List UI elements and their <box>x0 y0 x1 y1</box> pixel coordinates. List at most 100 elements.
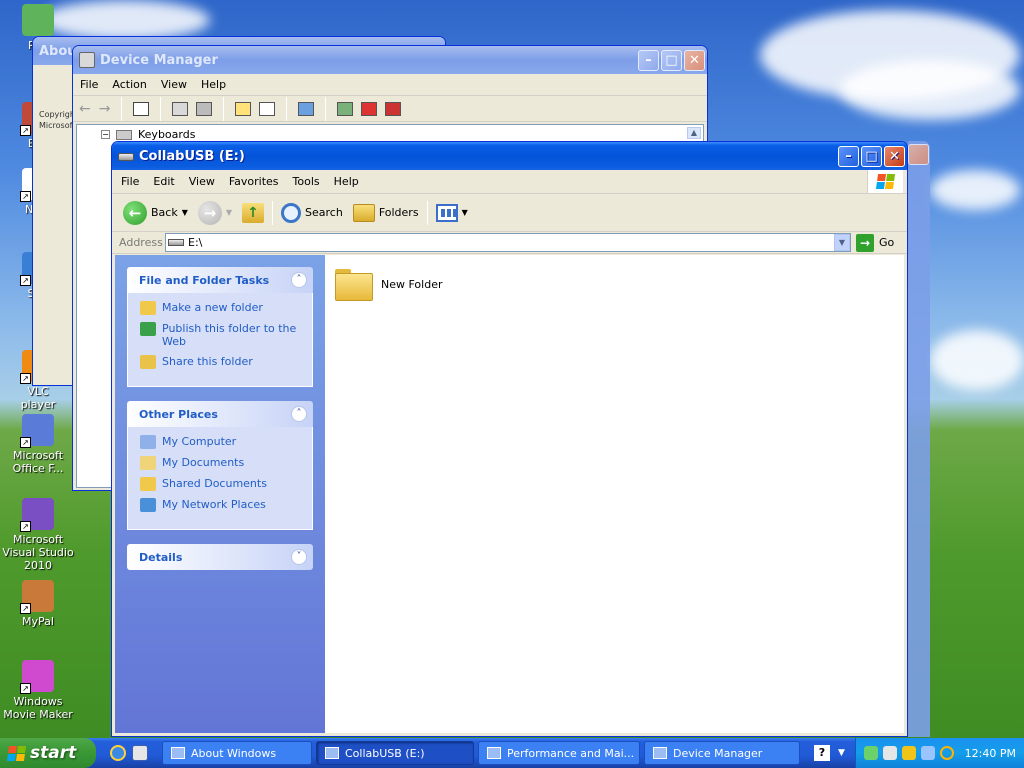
explorer-titlebar[interactable]: CollabUSB (E:) – □ ✕ <box>112 142 907 170</box>
menu-file[interactable]: File <box>73 78 105 91</box>
go-button[interactable]: → Go <box>856 233 894 252</box>
collapse-chevron-icon[interactable]: ˄ <box>291 272 307 288</box>
window-icon <box>325 747 339 759</box>
shortcut-arrow-icon: ↗ <box>20 521 31 532</box>
taskbar-button-label: About Windows <box>191 746 277 760</box>
folders-button[interactable]: Folders <box>348 194 424 231</box>
tree-item-keyboards[interactable]: − Keyboards <box>101 128 195 141</box>
windows-logo-icon <box>867 170 903 193</box>
search-button[interactable]: Search <box>276 194 348 231</box>
menu-favorites[interactable]: Favorites <box>222 175 286 188</box>
drive-icon <box>118 153 134 161</box>
address-dropdown-button[interactable]: ▼ <box>834 234 850 251</box>
disable-icon[interactable] <box>385 101 402 116</box>
media-player-icon[interactable] <box>132 745 148 761</box>
close-button[interactable]: ✕ <box>884 145 905 167</box>
taskbar-tasks: About Windows CollabUSB (E:) Performance a… <box>158 741 800 765</box>
menu-view[interactable]: View <box>182 175 222 188</box>
folder-item[interactable]: New Folder <box>335 267 442 301</box>
menu-tools[interactable]: Tools <box>286 175 327 188</box>
views-button[interactable]: ▼ <box>431 194 473 231</box>
show-hide-tree-icon[interactable] <box>133 101 150 116</box>
task-link[interactable]: Publish this folder to the Web <box>140 322 304 348</box>
panel-header[interactable]: Details ˅ <box>127 544 313 570</box>
uninstall-icon[interactable] <box>361 101 378 116</box>
toolbar-separator <box>272 200 274 225</box>
help-icon[interactable]: ? <box>814 745 830 761</box>
expand-icon[interactable]: − <box>101 130 110 139</box>
security-shield-icon[interactable] <box>901 746 916 760</box>
taskbar-button[interactable]: Device Manager <box>644 741 800 765</box>
back-button[interactable]: ← Back ▼ <box>118 194 193 231</box>
dropdown-arrow-icon[interactable]: ▼ <box>226 208 232 217</box>
minimize-button[interactable]: – <box>638 49 659 71</box>
shortcut-arrow-icon: ↗ <box>20 373 31 384</box>
collapse-chevron-icon[interactable]: ˄ <box>291 406 307 422</box>
quicklaunch-expand-icon[interactable]: ▼ <box>838 748 845 758</box>
dropdown-arrow-icon[interactable]: ▼ <box>182 208 188 217</box>
network-icon[interactable] <box>863 746 878 760</box>
close-button[interactable] <box>908 144 929 165</box>
close-button[interactable]: ✕ <box>684 49 705 71</box>
forward-arrow-icon[interactable]: → <box>99 101 111 117</box>
print-icon[interactable] <box>196 101 213 116</box>
minimize-button[interactable]: – <box>838 145 859 167</box>
desktop-icon[interactable]: ↗ Windows Movie Maker <box>0 660 76 721</box>
scroll-up-arrow[interactable]: ▲ <box>687 127 701 139</box>
desktop-icon[interactable]: ↗ MyPal <box>0 580 76 628</box>
menu-view[interactable]: View <box>154 78 194 91</box>
visual-studio-icon: ↗ <box>20 498 54 532</box>
taskbar-button[interactable]: Performance and Mai... <box>478 741 640 765</box>
search-icon[interactable] <box>939 746 954 760</box>
my-documents-icon <box>140 456 156 470</box>
menu-help[interactable]: Help <box>194 78 233 91</box>
task-link-label: Make a new folder <box>162 301 263 314</box>
safely-remove-icon[interactable] <box>920 746 935 760</box>
menu-edit[interactable]: Edit <box>146 175 181 188</box>
desktop-icon[interactable]: ↗ Microsoft Visual Studio 2010 <box>0 498 76 572</box>
details-panel: Details ˅ <box>127 544 313 570</box>
task-link[interactable]: My Documents <box>140 456 304 470</box>
address-input[interactable]: E:\ ▼ <box>165 233 851 252</box>
internet-explorer-icon[interactable] <box>110 745 126 761</box>
task-link[interactable]: My Computer <box>140 435 304 449</box>
back-arrow-icon[interactable]: ← <box>79 101 91 117</box>
task-link[interactable]: Shared Documents <box>140 477 304 491</box>
start-button[interactable]: start <box>0 738 96 768</box>
menu-file[interactable]: File <box>114 175 146 188</box>
file-view[interactable]: New Folder <box>325 255 904 733</box>
properties-icon[interactable] <box>172 101 189 116</box>
scan-hardware-icon[interactable] <box>298 101 315 116</box>
maximize-button[interactable]: □ <box>861 145 882 167</box>
desktop-icon[interactable]: ↗ Microsoft Office F... <box>0 414 76 475</box>
taskbar-button[interactable]: CollabUSB (E:) <box>316 741 474 765</box>
shortcut-arrow-icon: ↗ <box>20 683 31 694</box>
publish-web-icon <box>140 322 156 336</box>
panel-header[interactable]: Other Places ˄ <box>127 401 313 427</box>
expand-chevron-icon[interactable]: ˅ <box>291 549 307 565</box>
export-list-icon[interactable] <box>259 101 276 116</box>
menu-action[interactable]: Action <box>105 78 153 91</box>
menu-help[interactable]: Help <box>327 175 366 188</box>
update-driver-icon[interactable] <box>337 101 354 116</box>
clock[interactable]: 12:40 PM <box>965 747 1016 760</box>
panel-header[interactable]: File and Folder Tasks ˄ <box>127 267 313 293</box>
desktop-icon-label: VLC player <box>20 385 56 411</box>
help-icon[interactable] <box>235 101 252 116</box>
task-link[interactable]: My Network Places <box>140 498 304 512</box>
up-folder-button[interactable]: ↑ <box>237 194 269 231</box>
device-manager-titlebar[interactable]: Device Manager – □ ✕ <box>73 46 707 74</box>
shortcut-arrow-icon: ↗ <box>20 437 31 448</box>
taskbar-button[interactable]: About Windows <box>162 741 312 765</box>
folder-icon <box>335 267 373 301</box>
sound-icon[interactable] <box>882 746 897 760</box>
maximize-button[interactable]: □ <box>661 49 682 71</box>
folders-icon <box>352 203 375 222</box>
dropdown-arrow-icon[interactable]: ▼ <box>462 208 468 217</box>
forward-button[interactable]: → ▼ <box>193 194 237 231</box>
shortcut-arrow-icon: ↗ <box>20 191 31 202</box>
start-label: start <box>30 743 77 763</box>
explorer-window[interactable]: CollabUSB (E:) – □ ✕ File Edit View Favo… <box>111 141 908 737</box>
task-link[interactable]: Make a new folder <box>140 301 304 315</box>
task-link[interactable]: Share this folder <box>140 355 304 369</box>
